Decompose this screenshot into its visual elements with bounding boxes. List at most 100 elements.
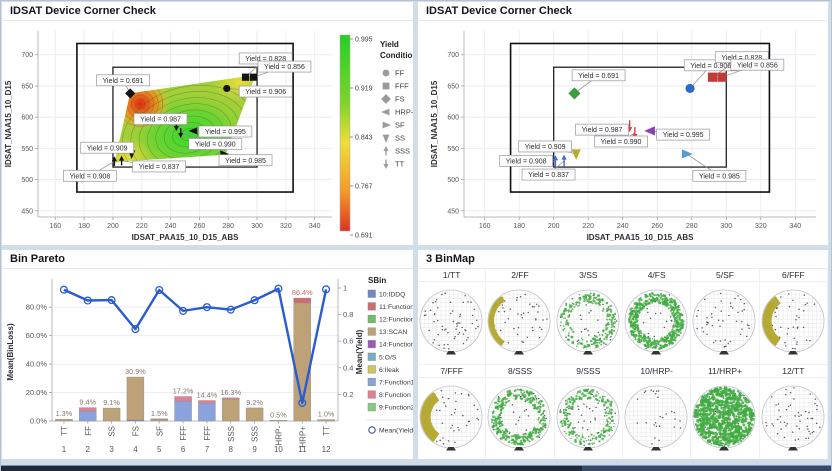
svg-text:SS: SS bbox=[395, 134, 405, 143]
svg-text:0.4: 0.4 bbox=[343, 363, 353, 372]
svg-text:Condition: Condition bbox=[380, 51, 413, 60]
svg-text:500: 500 bbox=[21, 177, 33, 184]
wafer-map[interactable] bbox=[760, 378, 827, 460]
wafer-map-cell[interactable]: 11/HRP+ bbox=[691, 365, 759, 460]
wafer-map-label: 7/FFF bbox=[418, 365, 485, 378]
svg-text:Yield = 0.909: Yield = 0.909 bbox=[87, 145, 128, 152]
svg-text:Mean(Yield): Mean(Yield) bbox=[379, 428, 413, 435]
corner-contour-plot[interactable]: 1601802002202402602803003203404505005506… bbox=[2, 21, 413, 246]
wafer-map-cell[interactable]: 1/TT bbox=[418, 269, 486, 365]
svg-text:Mean(BinLoss): Mean(BinLoss) bbox=[6, 323, 15, 381]
wafer-map[interactable] bbox=[418, 282, 485, 364]
svg-text:SBin: SBin bbox=[368, 276, 386, 285]
wafer-map[interactable] bbox=[760, 282, 827, 364]
svg-text:Yield = 0.987: Yield = 0.987 bbox=[140, 117, 181, 124]
wafer-map-cell[interactable]: 6/FFF bbox=[760, 269, 828, 365]
svg-text:9.2%: 9.2% bbox=[246, 398, 263, 407]
svg-text:Yield = 0.990: Yield = 0.990 bbox=[195, 142, 236, 149]
svg-text:SS: SS bbox=[108, 426, 117, 437]
svg-text:2: 2 bbox=[86, 445, 91, 454]
svg-text:650: 650 bbox=[21, 83, 33, 90]
svg-text:SF: SF bbox=[395, 121, 405, 130]
wafer-map-cell[interactable]: 10/HRP- bbox=[623, 365, 691, 460]
svg-text:650: 650 bbox=[447, 83, 459, 90]
wafer-map-cell[interactable]: 5/SF bbox=[691, 269, 759, 365]
svg-text:IDSAT_NAA15_10_D15: IDSAT_NAA15_10_D15 bbox=[4, 80, 13, 167]
dashboard: IDSAT Device Corner Check 16018020022024… bbox=[0, 0, 832, 471]
svg-text:Yield = 0.909: Yield = 0.909 bbox=[525, 144, 566, 151]
wafer-map[interactable] bbox=[623, 378, 690, 460]
svg-text:1: 1 bbox=[343, 284, 347, 293]
svg-text:Yield = 0.908: Yield = 0.908 bbox=[69, 173, 110, 180]
svg-text:20.0%: 20.0% bbox=[26, 388, 48, 397]
panel-header: 3 BinMap bbox=[418, 250, 828, 269]
svg-text:200: 200 bbox=[107, 223, 119, 230]
svg-text:0.919: 0.919 bbox=[355, 86, 373, 93]
wafer-map[interactable] bbox=[486, 282, 553, 364]
wafer-map[interactable] bbox=[555, 378, 622, 460]
svg-text:FF: FF bbox=[84, 426, 93, 436]
svg-text:8:Function: 8:Function bbox=[379, 392, 411, 399]
svg-text:16.3%: 16.3% bbox=[220, 388, 241, 397]
svg-text:0.767: 0.767 bbox=[355, 184, 373, 191]
svg-text:FFF: FFF bbox=[395, 82, 409, 91]
svg-text:320: 320 bbox=[280, 223, 292, 230]
wafer-map-label: 5/SF bbox=[691, 269, 758, 282]
wafer-map[interactable] bbox=[418, 378, 485, 460]
svg-text:30.9%: 30.9% bbox=[125, 367, 146, 376]
panel-bin-pareto: Bin Pareto 0.0%20.0%40.0%60.0%80.0%0.20.… bbox=[1, 249, 414, 460]
panel-corner-contour: IDSAT Device Corner Check 16018020022024… bbox=[1, 1, 414, 246]
wafer-map-cell[interactable]: 2/FF bbox=[486, 269, 554, 365]
wafer-map-cell[interactable]: 3/SS bbox=[555, 269, 623, 365]
svg-text:9.4%: 9.4% bbox=[79, 398, 96, 407]
sbin-legend[interactable]: SBin10:IDDQ11:Function312:Function413:SC… bbox=[366, 276, 413, 435]
wafer-map-cell[interactable]: 7/FFF bbox=[418, 365, 486, 460]
wafer-map-cell[interactable]: 9/SSS bbox=[555, 365, 623, 460]
svg-text:SSS: SSS bbox=[395, 147, 410, 156]
wafer-map-label: 1/TT bbox=[418, 269, 485, 282]
panel-title: Bin Pareto bbox=[10, 253, 65, 265]
svg-text:600: 600 bbox=[21, 115, 33, 122]
svg-text:Yield = 0.990: Yield = 0.990 bbox=[601, 139, 642, 146]
svg-text:IDSAT_PAA15_10_D15_ABS: IDSAT_PAA15_10_D15_ABS bbox=[587, 233, 695, 242]
yield-condition-legend[interactable]: YieldConditionFFFFFFSHRP-SFSSSSSTT bbox=[380, 40, 413, 169]
wafer-map-cell[interactable]: 8/SSS bbox=[486, 365, 554, 460]
wafer-map[interactable] bbox=[691, 378, 758, 460]
wafer-map[interactable] bbox=[555, 282, 622, 364]
svg-text:3: 3 bbox=[109, 445, 114, 454]
colorbar[interactable]: 0.9950.9190.8430.7670.691 bbox=[340, 35, 373, 240]
svg-text:Yield: Yield bbox=[380, 40, 399, 49]
panel-corner-scatter: IDSAT Device Corner Check 16018020022024… bbox=[417, 1, 829, 246]
wafer-map-cell[interactable]: 4/FS bbox=[623, 269, 691, 365]
svg-text:IDSAT_NAA15_10_D15: IDSAT_NAA15_10_D15 bbox=[430, 80, 439, 167]
svg-text:10: 10 bbox=[274, 445, 283, 454]
svg-text:86.4%: 86.4% bbox=[292, 288, 313, 297]
wafer-map-label: 8/SSS bbox=[486, 365, 553, 378]
svg-text:320: 320 bbox=[755, 223, 767, 230]
wafer-map[interactable] bbox=[486, 378, 553, 460]
wafer-map[interactable] bbox=[623, 282, 690, 364]
bin-pareto-chart[interactable]: 0.0%20.0%40.0%60.0%80.0%0.20.40.60.811.3… bbox=[2, 269, 413, 460]
svg-text:7: 7 bbox=[205, 445, 210, 454]
svg-text:Yield = 0.856: Yield = 0.856 bbox=[737, 62, 778, 69]
svg-text:8: 8 bbox=[229, 445, 234, 454]
panel-title: IDSAT Device Corner Check bbox=[10, 5, 156, 17]
svg-text:160: 160 bbox=[479, 223, 491, 230]
corner-scatter-plot[interactable]: 1601802002202402602803003203404505005506… bbox=[418, 21, 828, 246]
svg-text:TT: TT bbox=[395, 160, 405, 169]
svg-text:300: 300 bbox=[720, 223, 732, 230]
wafer-map-cell[interactable]: 12/TT bbox=[760, 365, 828, 460]
svg-text:9: 9 bbox=[252, 445, 257, 454]
svg-text:200: 200 bbox=[548, 223, 560, 230]
wafer-map-label: 3/SS bbox=[555, 269, 622, 282]
svg-text:180: 180 bbox=[78, 223, 90, 230]
svg-text:260: 260 bbox=[194, 223, 206, 230]
wafer-map-label: 6/FFF bbox=[760, 269, 827, 282]
svg-text:TT: TT bbox=[322, 426, 331, 436]
svg-text:0.995: 0.995 bbox=[355, 37, 373, 44]
panel-header: IDSAT Device Corner Check bbox=[2, 2, 413, 21]
svg-text:450: 450 bbox=[21, 208, 33, 215]
wafer-map[interactable] bbox=[691, 282, 758, 364]
window-bottom-scrollbar[interactable] bbox=[1, 465, 831, 471]
wafer-map-label: 2/FF bbox=[486, 269, 553, 282]
